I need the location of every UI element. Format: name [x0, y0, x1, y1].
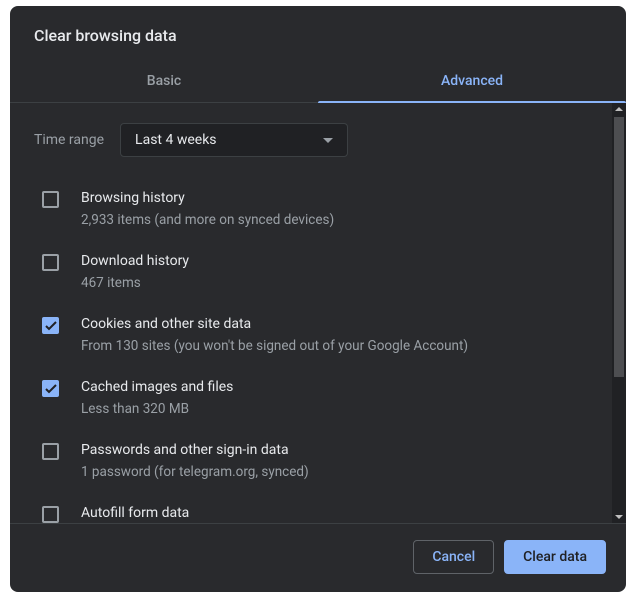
item-sub: From 130 sites (you won't be signed out …: [81, 337, 602, 355]
item-title: Download history: [81, 251, 602, 271]
clear-data-button[interactable]: Clear data: [504, 540, 606, 574]
scroll-up-icon: [615, 107, 623, 111]
item-sub: Less than 320 MB: [81, 400, 602, 418]
chevron-down-icon: [323, 138, 333, 143]
item-title: Cookies and other site data: [81, 314, 602, 334]
list-item: Cookies and other site data From 130 sit…: [10, 303, 626, 366]
clear-data-button-label: Clear data: [523, 549, 587, 565]
time-range-row: Time range Last 4 weeks: [10, 103, 626, 171]
list-item: Download history 467 items: [10, 240, 626, 303]
list-item: Browsing history 2,933 items (and more o…: [10, 177, 626, 240]
dialog-body: Time range Last 4 weeks Browsing history…: [10, 103, 626, 523]
scrollbar[interactable]: [612, 103, 626, 523]
checkbox-autofill[interactable]: [42, 506, 59, 523]
list-item: Cached images and files Less than 320 MB: [10, 366, 626, 429]
list-item: Passwords and other sign-in data 1 passw…: [10, 429, 626, 492]
clear-browsing-data-dialog: Clear browsing data Basic Advanced Time …: [10, 6, 626, 592]
checkbox-passwords[interactable]: [42, 443, 59, 460]
scroll-thumb[interactable]: [614, 117, 624, 377]
dialog-footer: Cancel Clear data: [10, 524, 626, 592]
tab-basic[interactable]: Basic: [10, 63, 318, 102]
time-range-value: Last 4 weeks: [135, 132, 216, 148]
time-range-select[interactable]: Last 4 weeks: [120, 123, 348, 157]
time-range-label: Time range: [34, 132, 104, 148]
scroll-down-icon: [615, 515, 623, 519]
checkbox-download-history[interactable]: [42, 254, 59, 271]
cancel-button[interactable]: Cancel: [413, 540, 494, 574]
dialog-title: Clear browsing data: [10, 6, 626, 63]
cancel-button-label: Cancel: [432, 549, 475, 565]
checkbox-browsing-history[interactable]: [42, 191, 59, 208]
tab-advanced[interactable]: Advanced: [318, 63, 626, 102]
checkbox-cookies[interactable]: [42, 317, 59, 334]
checkbox-cached-images[interactable]: [42, 380, 59, 397]
item-title: Autofill form data: [81, 503, 602, 523]
item-sub: 467 items: [81, 274, 602, 292]
item-title: Browsing history: [81, 188, 602, 208]
options-list: Browsing history 2,933 items (and more o…: [10, 171, 626, 523]
item-title: Cached images and files: [81, 377, 602, 397]
tab-bar: Basic Advanced: [10, 63, 626, 103]
item-sub: 2,933 items (and more on synced devices): [81, 211, 602, 229]
item-sub: 1 password (for telegram.org, synced): [81, 463, 602, 481]
item-title: Passwords and other sign-in data: [81, 440, 602, 460]
tab-advanced-label: Advanced: [441, 73, 503, 89]
list-item: Autofill form data: [10, 492, 626, 523]
tab-basic-label: Basic: [147, 73, 181, 89]
